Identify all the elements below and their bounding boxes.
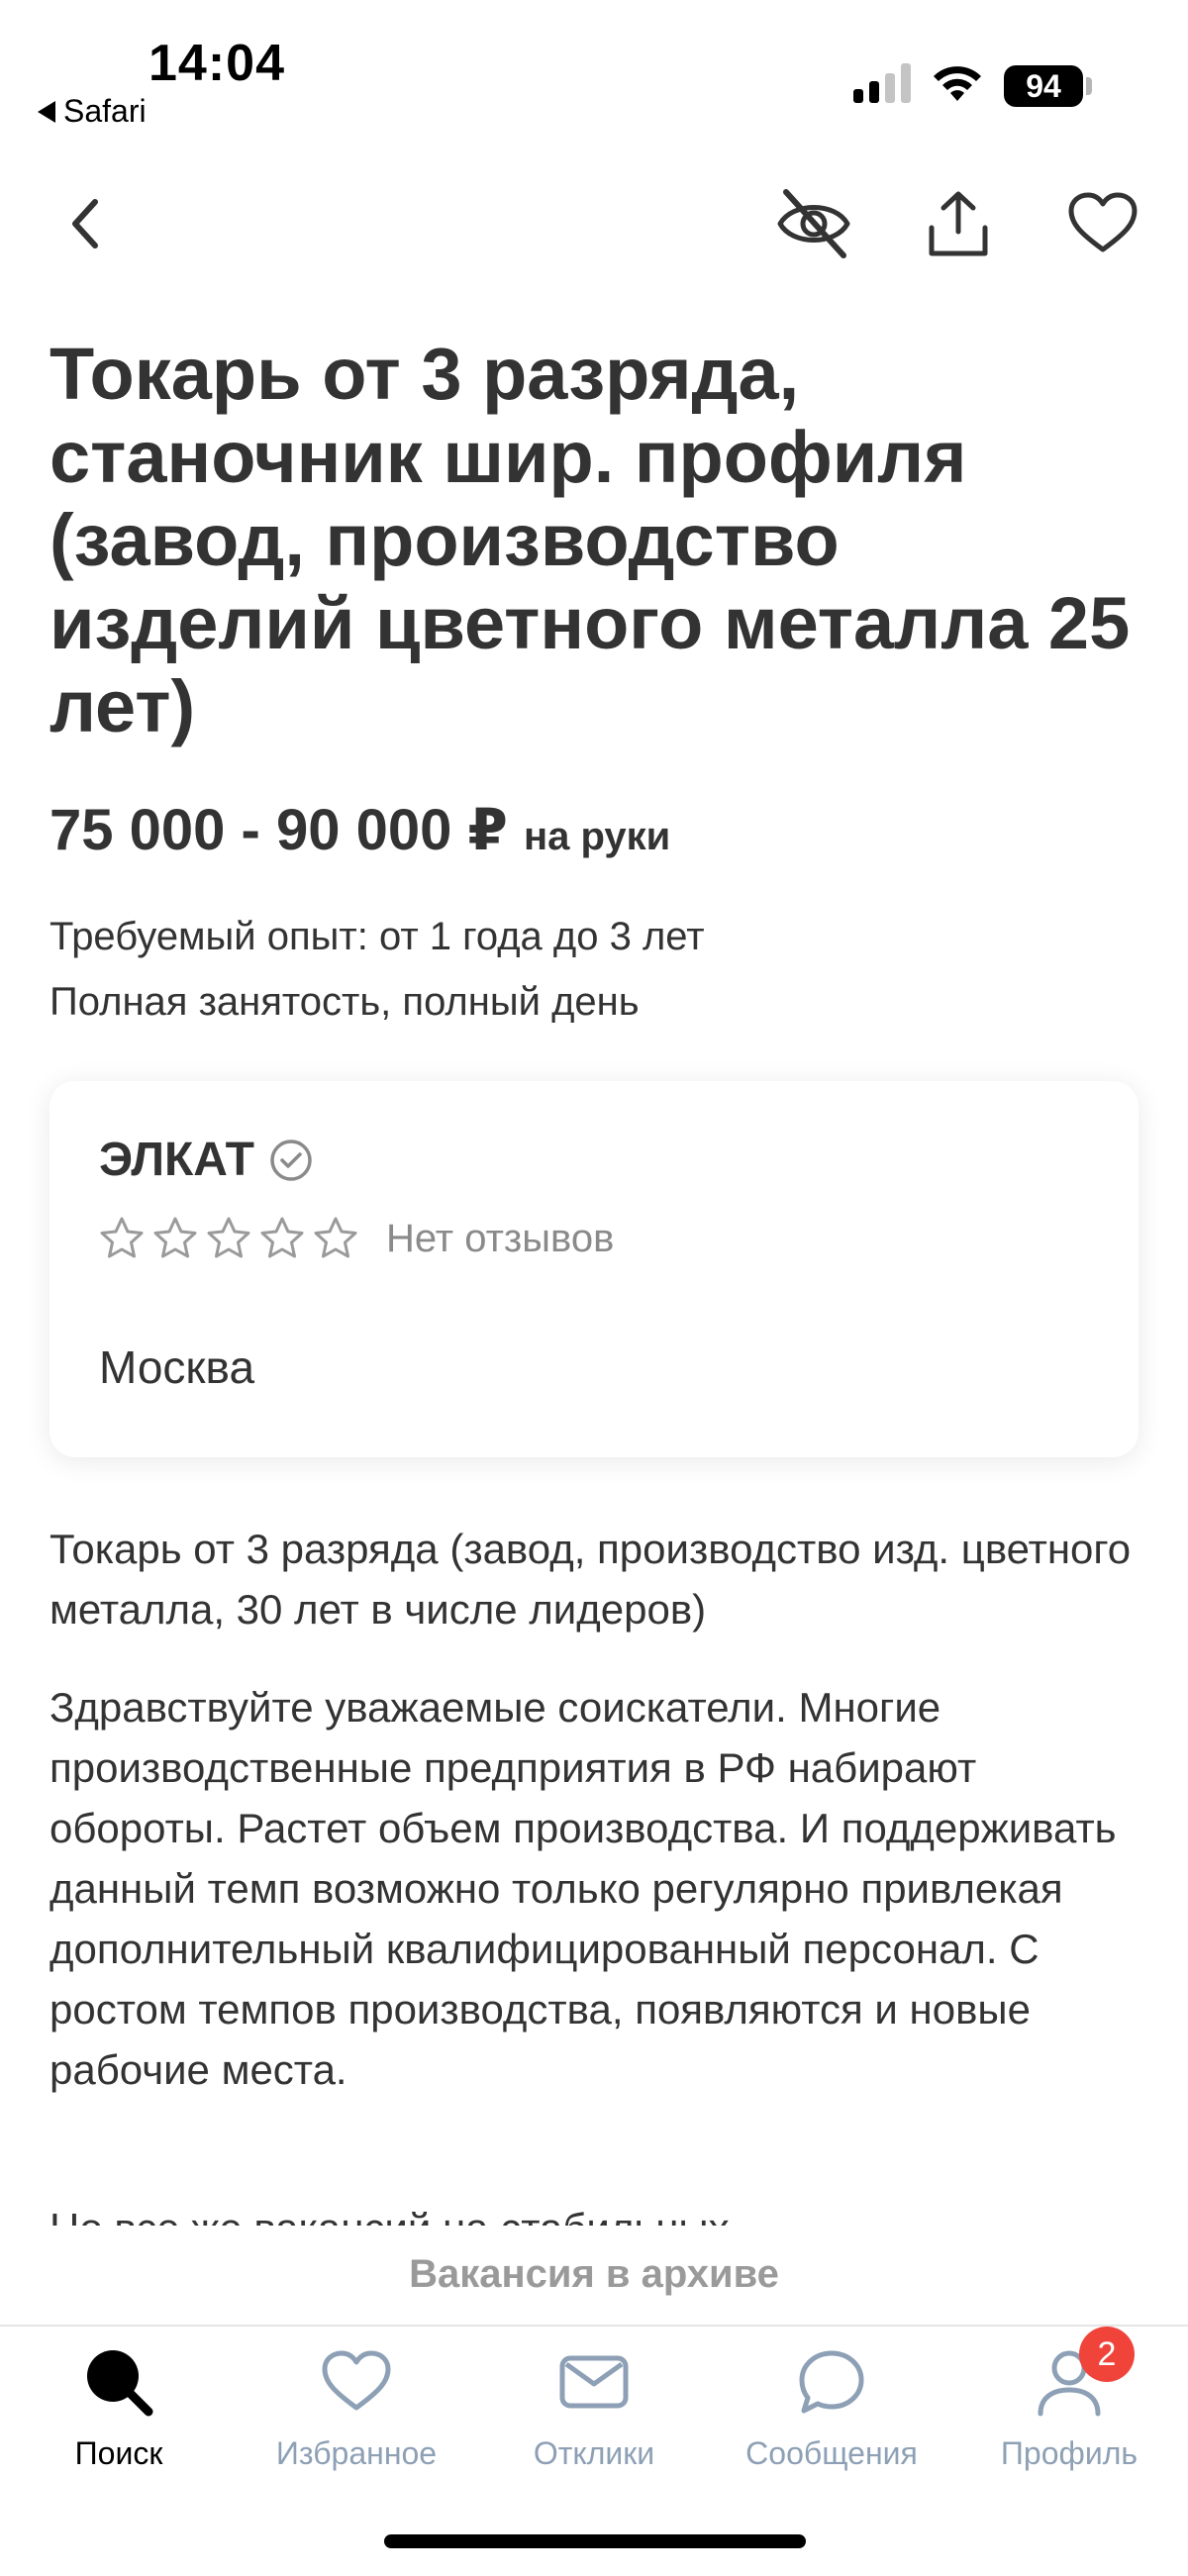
tab-favorites-label: Избранное xyxy=(275,2435,438,2471)
battery-level: 94 xyxy=(1004,65,1083,107)
star-empty-icon xyxy=(100,1217,144,1258)
tab-bar-divider xyxy=(0,2325,1188,2327)
wifi-icon xyxy=(934,66,981,101)
eye-off-icon xyxy=(777,189,850,258)
tab-messages[interactable]: Сообщения xyxy=(713,2336,950,2485)
description-partial: Но все же вакансий на стабильных xyxy=(50,2208,1148,2226)
tab-responses[interactable]: Отклики xyxy=(475,2336,713,2485)
notification-badge: 2 xyxy=(1079,2327,1135,2382)
cellular-signal-icon xyxy=(853,61,911,103)
salary: 75 000 - 90 000 ₽ на руки xyxy=(50,796,670,863)
star-empty-icon xyxy=(314,1217,357,1258)
chevron-left-icon xyxy=(72,199,98,248)
back-button[interactable] xyxy=(44,182,127,265)
tab-responses-label: Отклики xyxy=(533,2435,655,2471)
reviews-count: Нет отзывов xyxy=(386,1216,615,1260)
company-name[interactable]: ЭЛКАТ xyxy=(99,1133,254,1187)
tab-messages-label: Сообщения xyxy=(745,2435,918,2471)
search-icon xyxy=(81,2344,156,2420)
verified-check-icon xyxy=(270,1139,312,1181)
back-triangle-icon xyxy=(38,100,55,123)
tab-profile-label: Профиль xyxy=(1000,2435,1138,2471)
back-app-label: Safari xyxy=(63,93,147,129)
company-row: ЭЛКАТ xyxy=(99,1133,314,1187)
company-card[interactable]: ЭЛКАТ Нет отзывов Москва xyxy=(50,1081,1138,1457)
vacancy-title: Токарь от 3 разряда, станочник шир. проф… xyxy=(50,333,1131,747)
description-body: Здравствуйте уважаемые соискатели. Многи… xyxy=(50,1684,1117,2093)
company-city: Москва xyxy=(99,1341,255,1393)
employment-type: Полная занятость, полный день xyxy=(50,980,640,1024)
heart-icon xyxy=(1068,192,1138,252)
archive-banner: Вакансия в архиве xyxy=(0,2226,1188,2323)
mail-icon xyxy=(556,2344,632,2420)
chat-bubble-icon xyxy=(794,2344,869,2420)
battery-tip xyxy=(1086,77,1092,95)
description-intro: Токарь от 3 разряда (завод, производство… xyxy=(50,1526,1132,1633)
rating-row: Нет отзывов xyxy=(99,1216,614,1261)
home-indicator[interactable] xyxy=(384,2534,806,2548)
favorite-button[interactable] xyxy=(1061,182,1144,265)
star-empty-icon xyxy=(207,1217,250,1258)
hide-vacancy-button[interactable] xyxy=(772,182,855,265)
person-icon: 2 xyxy=(1032,2327,1135,2420)
status-time: 14:04 xyxy=(148,35,285,92)
star-empty-icon xyxy=(153,1217,197,1258)
back-to-safari[interactable]: Safari xyxy=(38,93,147,130)
star-empty-icon xyxy=(260,1217,304,1258)
tab-favorites[interactable]: Избранное xyxy=(238,2336,475,2485)
share-icon xyxy=(929,191,988,256)
heart-icon xyxy=(319,2344,394,2420)
experience-required: Требуемый опыт: от 1 года до 3 лет xyxy=(50,915,705,958)
tab-profile[interactable]: 2 Профиль xyxy=(950,2327,1188,2485)
share-button[interactable] xyxy=(917,182,1000,265)
tab-search-label: Поиск xyxy=(74,2435,163,2471)
status-bar: 14:04 Safari 94 xyxy=(0,0,1188,139)
description-cut-line: Но все же вакансий на стабильных xyxy=(50,2208,1148,2226)
salary-range: 75 000 - 90 000 ₽ xyxy=(50,798,508,862)
salary-suffix: на руки xyxy=(523,815,671,858)
tab-search[interactable]: Поиск xyxy=(0,2336,238,2485)
